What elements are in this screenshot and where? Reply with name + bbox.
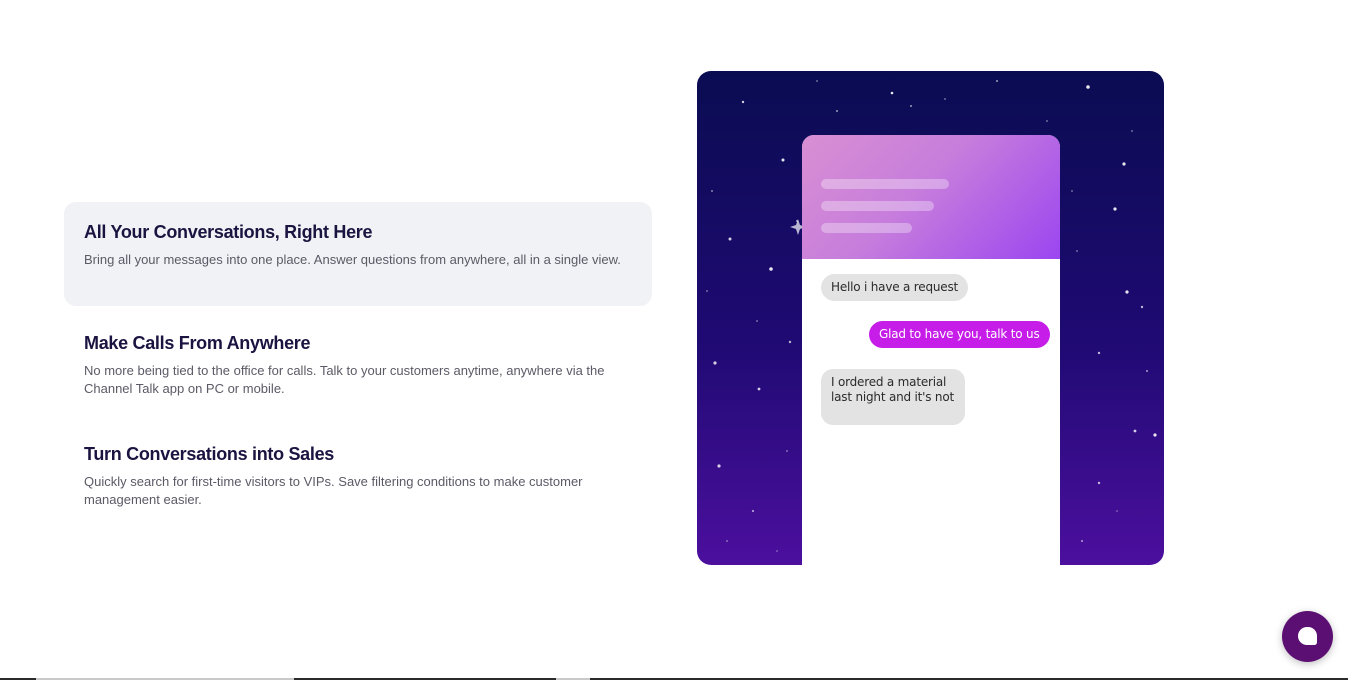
feature-description: Quickly search for first-time visitors t… — [84, 474, 583, 507]
chat-bubble-icon — [1298, 627, 1317, 645]
feature-title: Turn Conversations into Sales — [84, 444, 335, 464]
chat-bubble-customer: I ordered a material last night and it's… — [821, 369, 965, 425]
chat-bubble-agent: Glad to have you, talk to us — [869, 321, 1050, 348]
phone-mockup: Hello i have a request Glad to have you,… — [802, 135, 1060, 565]
feature-card-conversations[interactable]: All Your Conversations, Right Here Bring… — [64, 202, 652, 306]
feature-description: No more being tied to the office for cal… — [84, 363, 605, 396]
feature-title: Make Calls From Anywhere — [84, 333, 311, 353]
phone-header — [802, 135, 1060, 259]
placeholder-line — [821, 179, 949, 189]
feature-card-sales[interactable]: Turn Conversations into Sales Quickly se… — [64, 424, 652, 528]
placeholder-line — [821, 223, 912, 233]
feature-title: All Your Conversations, Right Here — [84, 222, 373, 242]
feature-description: Bring all your messages into one place. … — [84, 252, 621, 267]
placeholder-line — [821, 201, 934, 211]
feature-illustration: Hello i have a request Glad to have you,… — [697, 71, 1164, 565]
chat-launcher-button[interactable] — [1282, 611, 1333, 662]
page: All Your Conversations, Right Here Bring… — [0, 0, 1348, 680]
feature-card-calls[interactable]: Make Calls From Anywhere No more being t… — [64, 313, 652, 417]
chat-bubble-customer: Hello i have a request — [821, 274, 969, 301]
